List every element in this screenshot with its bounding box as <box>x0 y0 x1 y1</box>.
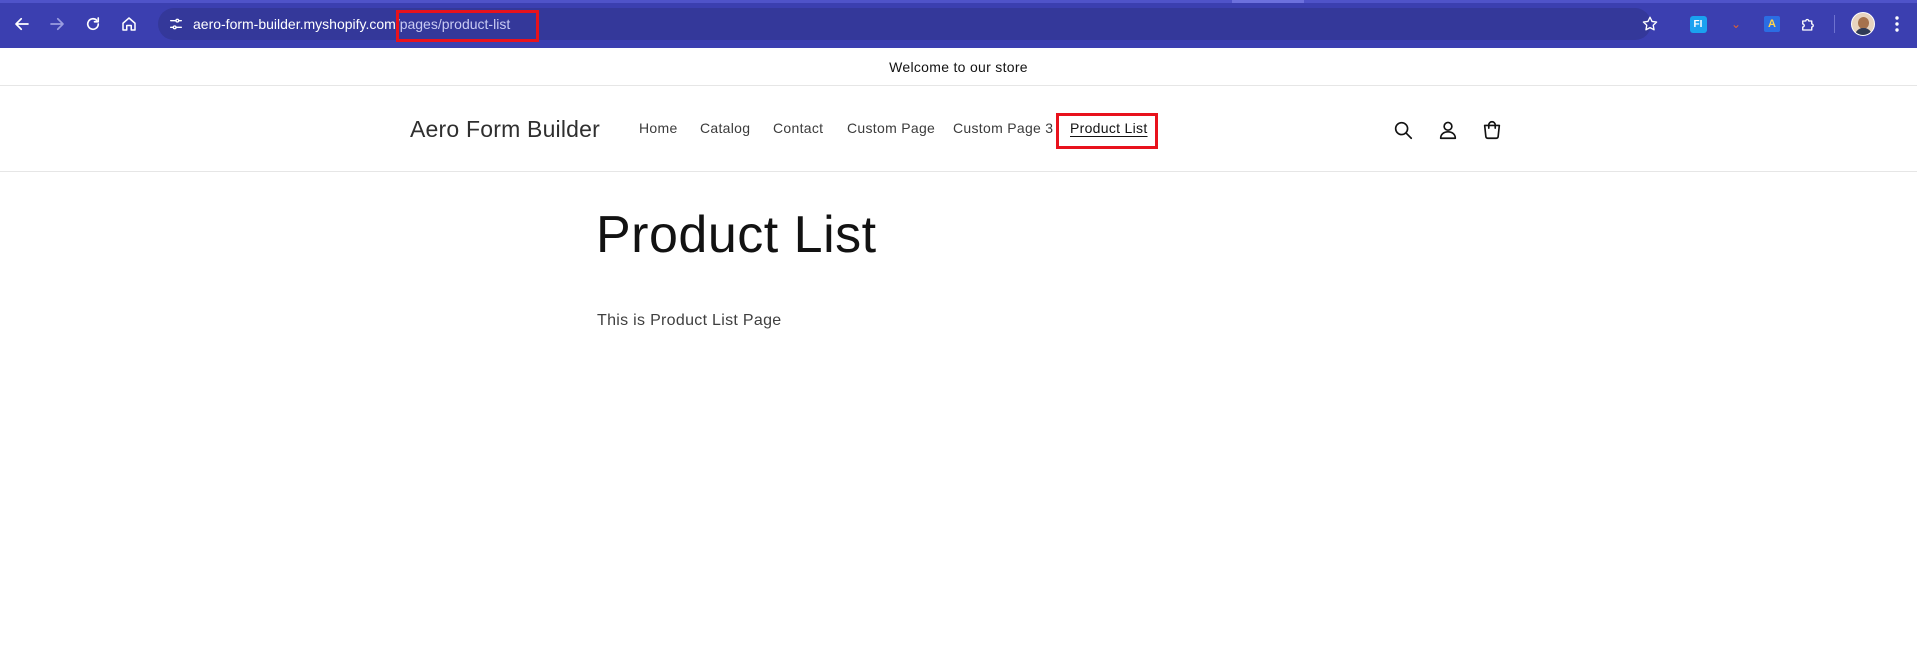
account-icon <box>1439 121 1457 140</box>
avatar-body <box>1855 28 1872 35</box>
home-button[interactable] <box>116 11 142 37</box>
search-icon <box>1394 121 1413 140</box>
extension-a-button[interactable]: A <box>1760 12 1784 36</box>
extension-fi-button[interactable]: FI <box>1686 12 1710 36</box>
nav-product-list-highlight-box <box>1056 113 1158 149</box>
browser-toolbar: aero-form-builder.myshopify.com/pages/pr… <box>0 0 1917 48</box>
reload-button[interactable] <box>80 11 106 37</box>
reload-icon <box>86 17 100 31</box>
store-header: Aero Form Builder Home Catalog Contact C… <box>0 86 1917 172</box>
active-tab-indicator <box>1232 0 1304 3</box>
fi-extension-icon: FI <box>1689 15 1707 33</box>
tune-icon <box>170 18 182 30</box>
page-title: Product List <box>596 206 877 264</box>
more-vert-icon <box>1895 16 1899 32</box>
announcement-bar: Welcome to our store <box>0 48 1917 86</box>
nav-link-home[interactable]: Home <box>639 120 678 136</box>
nav-link-catalog[interactable]: Catalog <box>700 120 750 136</box>
announcement-text: Welcome to our store <box>889 58 1028 75</box>
toolbar-divider <box>1834 15 1835 33</box>
search-button[interactable] <box>1389 116 1417 144</box>
site-info-button[interactable] <box>163 11 189 37</box>
account-button[interactable] <box>1434 116 1462 144</box>
cart-button[interactable] <box>1478 116 1506 144</box>
star-icon <box>1642 16 1658 31</box>
cart-icon <box>1483 121 1501 140</box>
forward-button[interactable] <box>44 11 70 37</box>
profile-avatar[interactable] <box>1851 12 1875 36</box>
url-host: aero-form-builder.myshopify.com <box>193 16 396 32</box>
arrow-right-icon <box>50 17 64 31</box>
browser-menu-button[interactable] <box>1887 11 1907 37</box>
chevron-down-icon: ⌄ <box>1730 17 1742 31</box>
nav-link-contact[interactable]: Contact <box>773 120 823 136</box>
arrow-left-icon <box>15 17 29 31</box>
home-icon <box>122 17 136 31</box>
a-extension-icon: A <box>1764 16 1780 32</box>
bookmark-button[interactable] <box>1637 11 1663 37</box>
nav-link-custom-page[interactable]: Custom Page <box>847 120 935 136</box>
nav-link-custom-page-3[interactable]: Custom Page 3 <box>953 120 1053 136</box>
tab-strip-edge <box>0 0 1917 3</box>
store-logo[interactable]: Aero Form Builder <box>410 116 600 143</box>
back-button[interactable] <box>9 11 35 37</box>
url-path-highlight-box <box>396 10 539 42</box>
extension-chevron-button[interactable]: ⌄ <box>1724 12 1748 36</box>
extensions-button[interactable] <box>1796 12 1820 36</box>
puzzle-icon <box>1802 18 1814 31</box>
page-content: This is Product List Page <box>597 312 782 329</box>
